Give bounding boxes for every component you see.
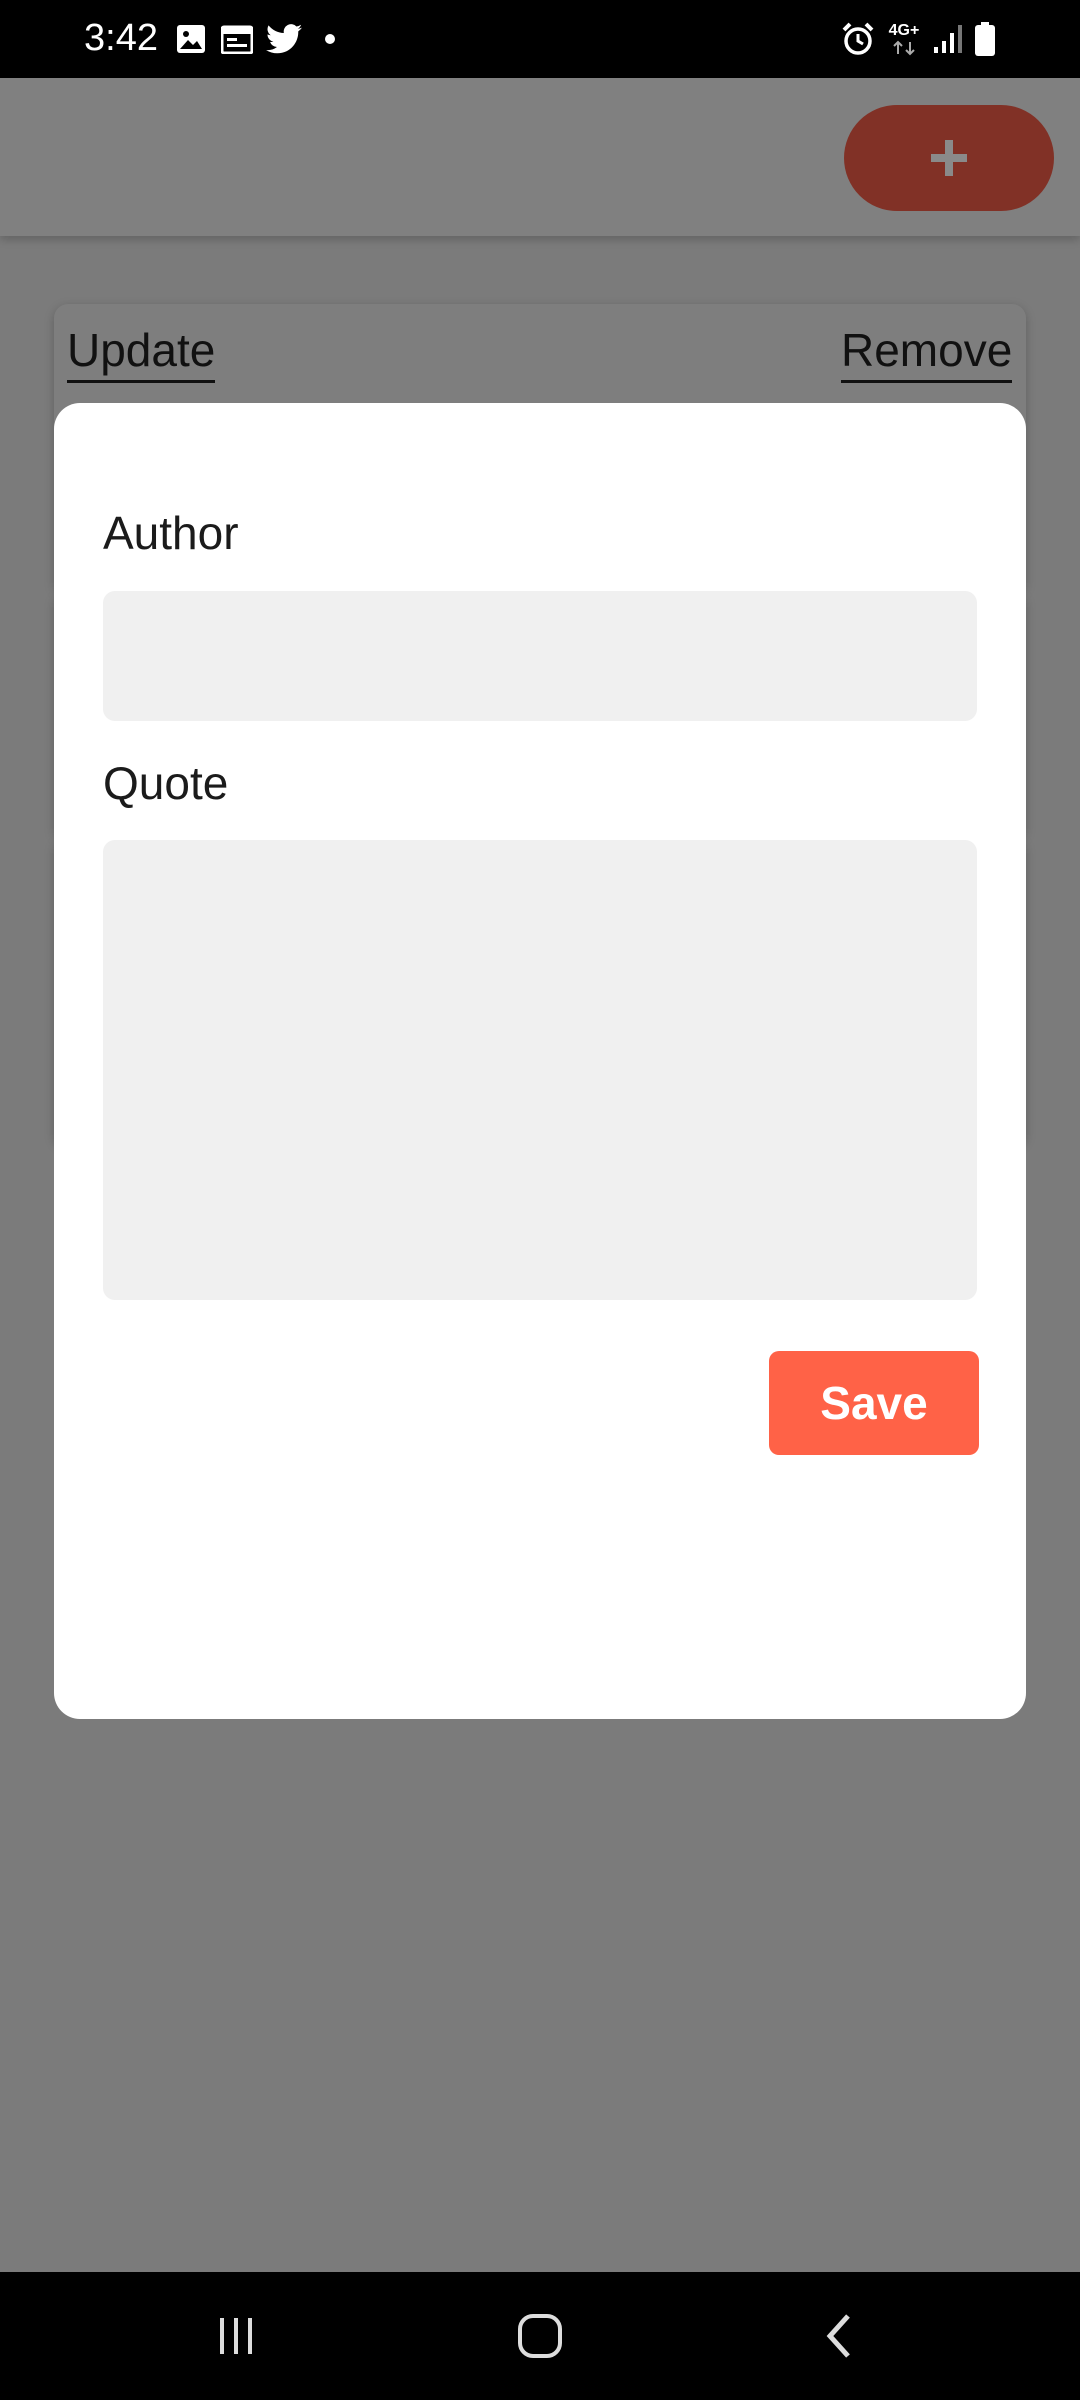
status-time: 3:42 xyxy=(84,17,158,59)
alarm-icon xyxy=(838,20,878,58)
gallery-icon xyxy=(174,20,208,58)
recents-button[interactable] xyxy=(176,2296,296,2376)
back-button[interactable] xyxy=(780,2296,900,2376)
author-input[interactable] xyxy=(103,591,977,721)
recents-icon xyxy=(220,2318,252,2354)
battery-icon xyxy=(970,20,1000,58)
quote-label: Quote xyxy=(103,757,229,809)
dot-icon xyxy=(320,20,340,58)
remove-link[interactable]: Remove xyxy=(841,322,1013,383)
navigation-bar xyxy=(0,2272,1080,2400)
author-label: Author xyxy=(103,507,239,559)
add-quote-button[interactable] xyxy=(844,105,1054,211)
quote-form-modal: Author Quote Save xyxy=(54,403,1026,1719)
update-link[interactable]: Update xyxy=(67,322,216,383)
twitter-icon xyxy=(264,20,304,58)
calendar-icon xyxy=(220,20,254,58)
home-icon xyxy=(518,2314,562,2358)
save-button[interactable]: Save xyxy=(769,1351,979,1455)
network-label: 4G+ xyxy=(888,22,920,39)
plus-icon xyxy=(931,140,967,176)
status-bar: 3:42 4G+ xyxy=(0,0,1080,78)
home-button[interactable] xyxy=(480,2296,600,2376)
quote-input[interactable] xyxy=(103,840,977,1300)
network-4g-icon: 4G+ xyxy=(884,20,924,58)
signal-icon xyxy=(928,20,968,58)
back-icon xyxy=(826,2314,850,2358)
